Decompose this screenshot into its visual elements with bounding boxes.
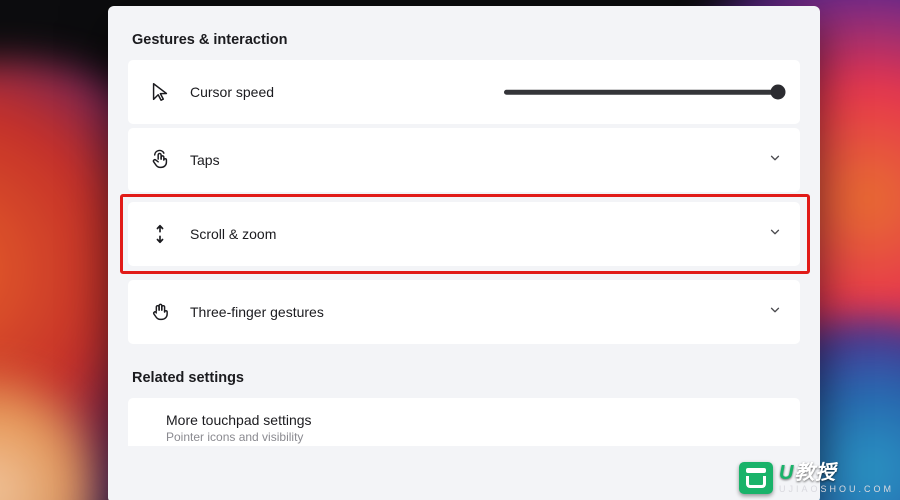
row-label: Scroll & zoom bbox=[190, 226, 276, 242]
more-touchpad-secondary: Pointer icons and visibility bbox=[166, 430, 782, 444]
cursor-speed-slider[interactable] bbox=[504, 77, 780, 107]
highlight-wrap: Scroll & zoom bbox=[128, 202, 800, 266]
tap-icon bbox=[144, 149, 176, 171]
section-title-related: Related settings bbox=[132, 370, 796, 386]
row-label: Taps bbox=[190, 152, 220, 168]
bottom-fade bbox=[108, 493, 820, 500]
slider-track bbox=[504, 90, 780, 95]
row-scroll-zoom[interactable]: Scroll & zoom bbox=[128, 202, 800, 266]
more-touchpad-primary: More touchpad settings bbox=[166, 412, 782, 428]
cursor-icon bbox=[144, 81, 176, 103]
row-three-finger[interactable]: Three-finger gestures bbox=[128, 280, 800, 344]
slider-thumb[interactable] bbox=[771, 85, 786, 100]
section-title-gestures: Gestures & interaction bbox=[132, 32, 796, 48]
row-more-touchpad-settings[interactable]: More touchpad settings Pointer icons and… bbox=[128, 398, 800, 446]
three-finger-icon bbox=[144, 301, 176, 323]
row-label: Cursor speed bbox=[190, 84, 274, 100]
row-taps[interactable]: Taps bbox=[128, 128, 800, 192]
settings-window: Gestures & interaction Cursor speed Taps bbox=[108, 6, 820, 500]
row-cursor-speed[interactable]: Cursor speed bbox=[128, 60, 800, 124]
row-label: Three-finger gestures bbox=[190, 304, 324, 320]
chevron-down-icon bbox=[768, 225, 782, 244]
chevron-down-icon bbox=[768, 303, 782, 322]
scroll-zoom-icon bbox=[144, 223, 176, 245]
chevron-down-icon bbox=[768, 151, 782, 170]
